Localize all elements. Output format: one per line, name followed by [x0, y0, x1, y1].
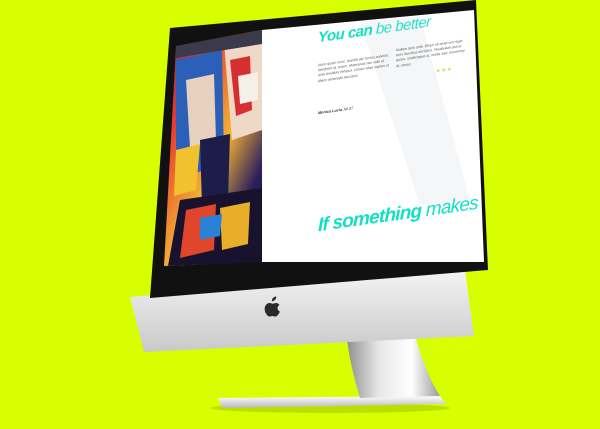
- headline-bottom-light: makes: [425, 192, 478, 222]
- paragraph-left: Nunc quam nunc, blandit vel, luctus pulv…: [318, 53, 390, 83]
- headline-top-strong: You can: [318, 21, 373, 47]
- screen-content: You can be better Nunc quam nunc, blandi…: [170, 0, 478, 261]
- apple-logo-icon: [264, 296, 280, 317]
- headline-top: You can be better: [318, 13, 431, 46]
- author-date: Jul 27: [343, 106, 354, 112]
- article-page: You can be better Nunc quam nunc, blandi…: [262, 0, 478, 243]
- imac-mockup-scene: You can be better Nunc quam nunc, blandi…: [0, 0, 600, 429]
- headline-top-light: be better: [375, 13, 431, 39]
- paragraph-right: Nullam quis ante. Etiam sit amet orci eg…: [396, 38, 465, 68]
- author-name: Monica Lucia: [318, 107, 343, 116]
- author-line: Monica Lucia Jul 27: [318, 106, 353, 115]
- rating-stars: ★★★: [436, 66, 453, 75]
